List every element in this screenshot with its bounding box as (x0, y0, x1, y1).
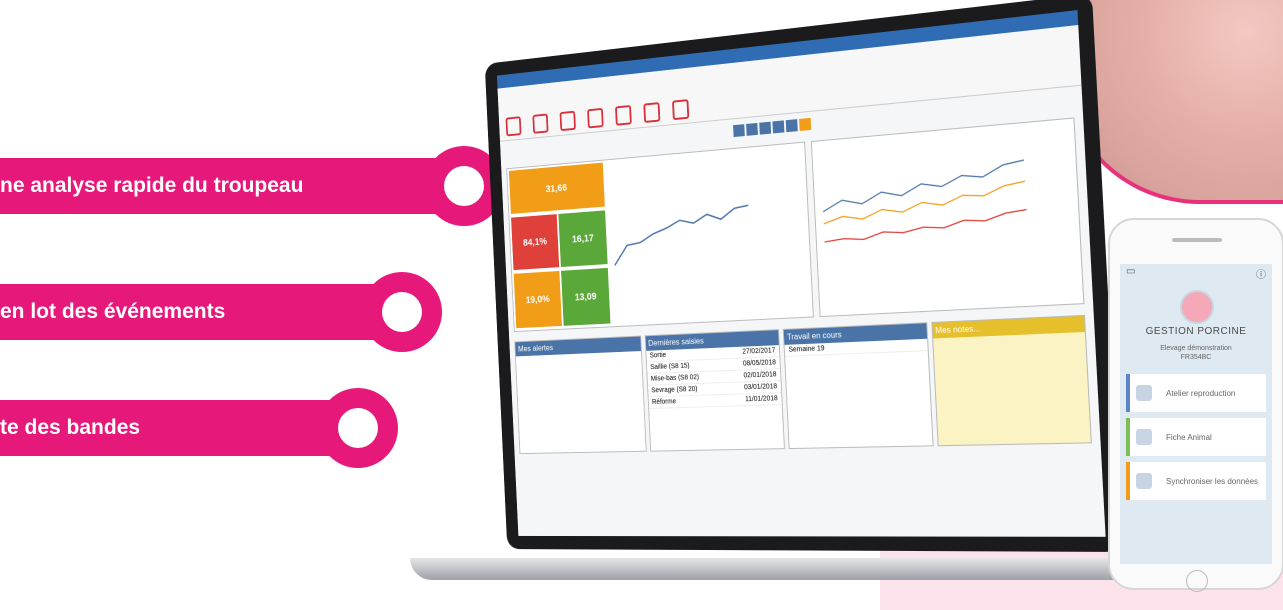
work-panel: Travail en cours Semaine 19 (782, 322, 934, 450)
entry-label: Sortie (649, 351, 667, 360)
chart-icon (1136, 385, 1152, 401)
ribbon-button[interactable] (559, 110, 576, 132)
laptop-base (410, 558, 1190, 580)
entry-date: 27/02/2017 (742, 347, 776, 356)
pig-logo-icon (1180, 290, 1214, 324)
animal-record-button-label: Fiche Animal (1166, 432, 1212, 442)
ribbon-button[interactable] (505, 116, 522, 137)
ribbon-button[interactable] (643, 102, 661, 123)
kpi-tile[interactable]: 84,1% (511, 214, 560, 271)
entry-date: 11/01/2018 (745, 395, 778, 404)
line-chart (611, 167, 762, 294)
phone-screen: ▭ ⓘ GESTION PORCINE Elevage démonstratio… (1120, 264, 1272, 564)
notes-panel-title: Mes notes... (931, 315, 1085, 339)
help-icon[interactable]: ⓘ (1256, 266, 1266, 281)
phone-app-title: GESTION PORCINE (1145, 326, 1247, 337)
ribbon-button[interactable] (615, 104, 632, 126)
ribbon-button[interactable] (532, 113, 549, 134)
entry-date: 08/05/2018 (742, 359, 777, 368)
farm-code: FR354BC (1180, 354, 1212, 361)
entry-date: 03/01/2018 (743, 383, 778, 392)
kpi-tile[interactable]: 31,66 (508, 162, 605, 214)
toolbar-button[interactable] (759, 121, 772, 135)
sync-button-label: Synchroniser les données (1166, 476, 1259, 486)
app-window: 31,66 84,1% 16,17 19,0% 13,09 Mes alerte… (496, 10, 1106, 537)
kpi-tile[interactable]: 16,17 (558, 210, 608, 268)
power-icon (505, 116, 522, 137)
banner-bandes-text: te des bandes (0, 416, 141, 439)
phone-app-subtitle: Elevage démonstration FR354BC (1120, 344, 1272, 362)
document-icon (587, 107, 604, 129)
phone-topbar: ▭ ⓘ (1120, 264, 1272, 282)
smartphone: ▭ ⓘ GESTION PORCINE Elevage démonstratio… (1108, 218, 1283, 592)
entries-panel: Dernières saisies Sortie 27/02/2017 Saill… (644, 329, 785, 452)
ribbon-button[interactable] (672, 99, 690, 121)
chart-series-line (822, 160, 1027, 212)
kpi-tile[interactable]: 13,09 (561, 267, 611, 326)
toolbar-button[interactable] (772, 120, 785, 134)
toolbar-button[interactable] (733, 124, 745, 138)
gauge-icon (615, 104, 632, 126)
kpi-pane: 31,66 84,1% 16,17 19,0% 13,09 (506, 141, 815, 333)
entry-label: Saillie (S8 15) (650, 362, 690, 372)
toolbar-button[interactable] (746, 122, 758, 136)
bottom-panels: Mes alertes Dernières saisies Sortie 27/0… (514, 314, 1092, 455)
reproduction-button-label: Atelier reproduction (1166, 388, 1236, 398)
laptop-screen: 31,66 84,1% 16,17 19,0% 13,09 Mes alerte… (468, 0, 1145, 568)
banner-analyse-text: ne analyse rapide du troupeau (0, 174, 304, 197)
phone-icon (672, 99, 690, 121)
pig-icon (1136, 429, 1152, 445)
banner-ring-icon (362, 272, 442, 352)
toolbar-button[interactable] (785, 119, 798, 133)
kpi-tile[interactable]: 19,0% (513, 270, 562, 329)
toolbar-button-active[interactable] (799, 117, 812, 131)
home-button[interactable] (1186, 570, 1208, 592)
banner-lot: en lot des événements (0, 272, 442, 352)
chart-series-line (824, 210, 1028, 242)
bands-chart (821, 144, 1030, 272)
sync-icon (1136, 473, 1152, 489)
banner-bandes: te des bandes (0, 388, 398, 468)
animal-record-button[interactable]: Fiche Animal (1126, 418, 1266, 456)
laptop-bezel: 31,66 84,1% 16,17 19,0% 13,09 Mes alerte… (484, 0, 1122, 552)
laptop: 31,66 84,1% 16,17 19,0% 13,09 Mes alerte… (410, 0, 1190, 580)
entry-date: 02/01/2018 (743, 371, 777, 380)
female-icon (532, 113, 549, 134)
banner-lot-text: en lot des événements (0, 300, 226, 323)
banner-analyse: ne analyse rapide du troupeau (0, 146, 504, 226)
sync-icon (643, 102, 661, 123)
alerts-panel-title: Mes alertes (515, 336, 641, 357)
reproduction-button[interactable]: Atelier reproduction (1126, 374, 1266, 412)
banner-ring-icon (318, 388, 398, 468)
entry-label: Mise-bas (S8 02) (650, 374, 700, 383)
entry-label: Sevrage (S8 20) (651, 385, 698, 395)
phone-speaker (1172, 238, 1222, 242)
alerts-panel: Mes alertes (514, 335, 647, 455)
chart-series-line (612, 205, 750, 265)
notes-panel[interactable]: Mes notes... (930, 314, 1092, 447)
bands-chart-pane (811, 117, 1085, 318)
work-label: Semaine 19 (788, 345, 825, 354)
entry-label: Réforme (651, 398, 677, 406)
group-icon (559, 110, 576, 132)
ribbon-button[interactable] (587, 107, 604, 129)
menu-icon[interactable]: ▭ (1126, 266, 1135, 280)
sync-button[interactable]: Synchroniser les données (1126, 462, 1266, 500)
farm-name: Elevage démonstration (1160, 345, 1232, 352)
